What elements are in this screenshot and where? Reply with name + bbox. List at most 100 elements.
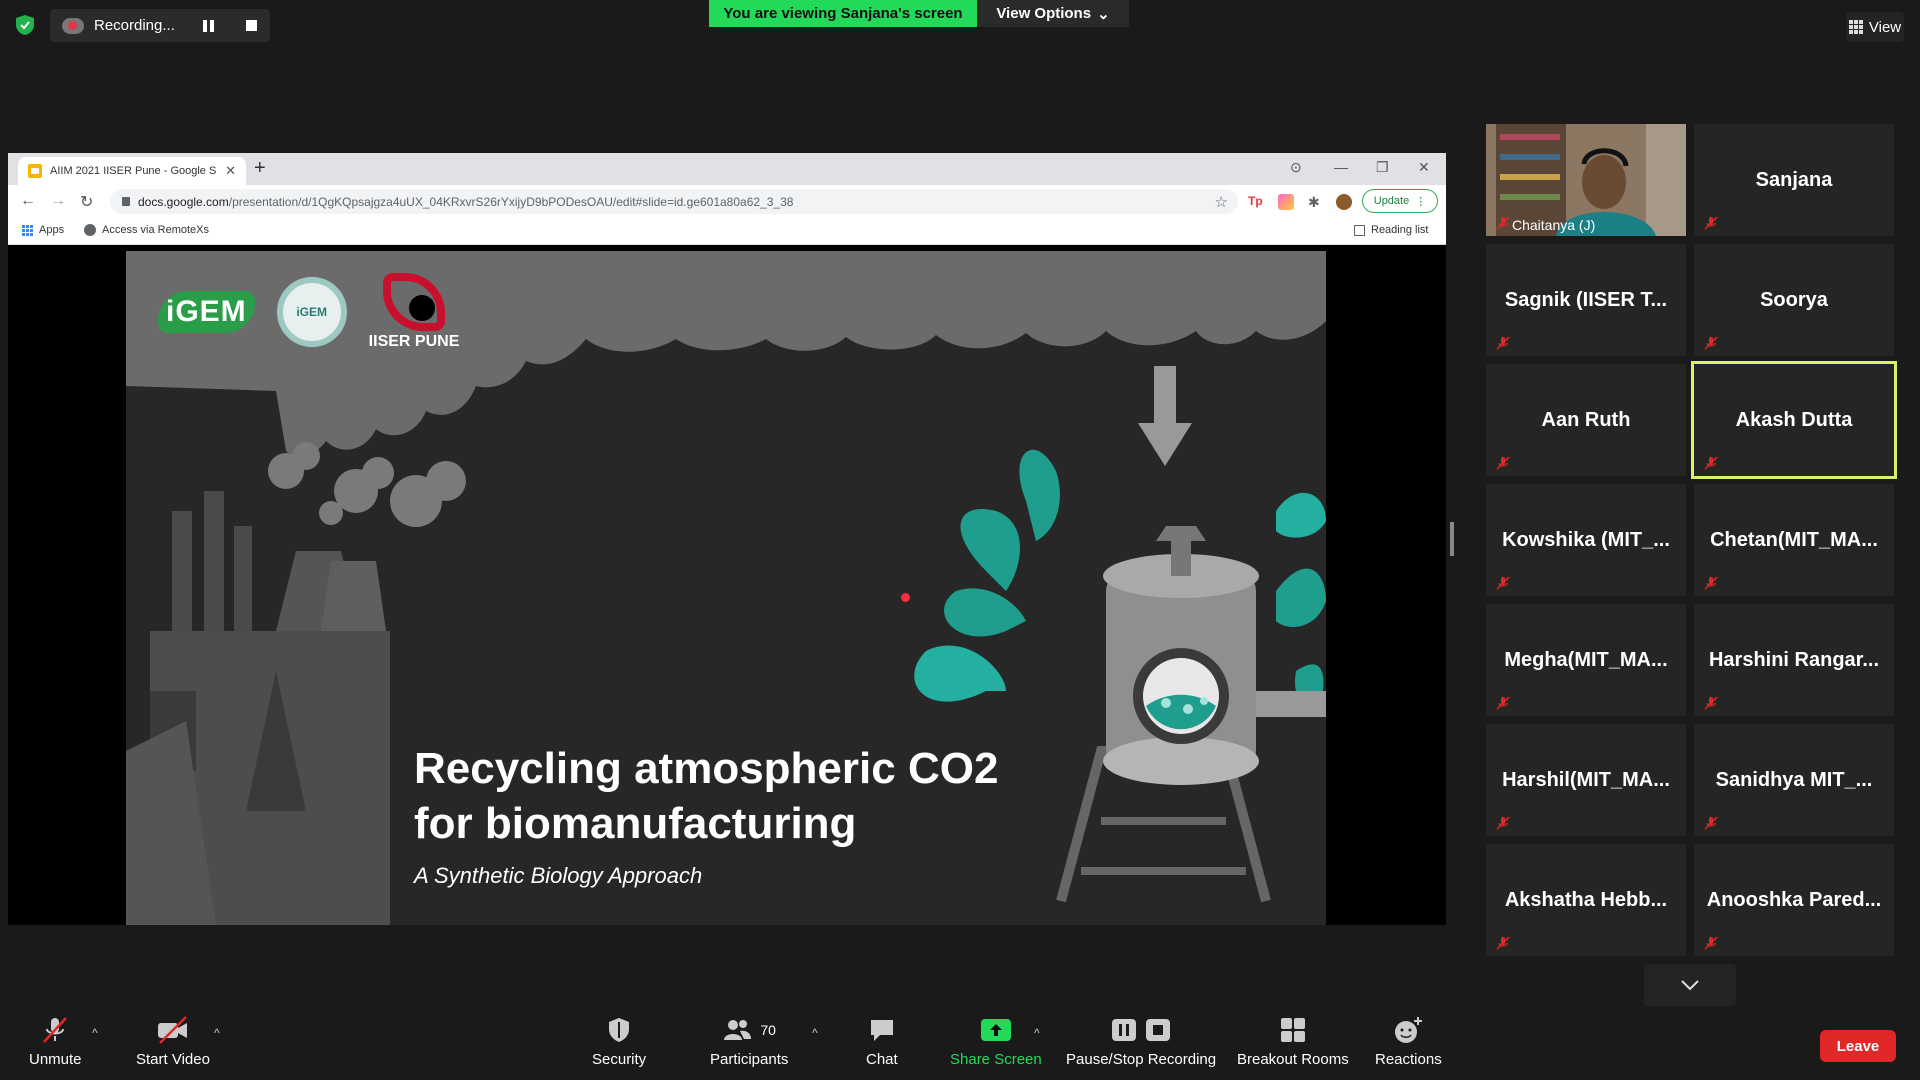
back-icon[interactable]: ← [20, 192, 36, 210]
participant-name: Aan Ruth [1541, 408, 1631, 431]
participant-tile[interactable]: Anooshka Pared... [1694, 844, 1894, 956]
muted-mic-icon [40, 1015, 70, 1045]
participants-options-caret-icon[interactable]: ^ [812, 1026, 818, 1040]
participants-label: Participants [710, 1051, 789, 1068]
muted-mic-icon [1704, 456, 1718, 470]
breakout-rooms-button[interactable]: Breakout Rooms [1237, 1015, 1349, 1068]
participant-tile[interactable]: Kowshika (MIT_... [1486, 484, 1686, 596]
bookmarks-bar: Apps Access via RemoteXs Reading list [8, 217, 1446, 245]
slide-title-line1: Recycling atmospheric CO2 [414, 744, 999, 793]
chat-button[interactable]: Chat [866, 1015, 898, 1068]
muted-mic-icon [1496, 936, 1510, 950]
participant-count: 70 [760, 1022, 776, 1038]
muted-mic-icon [1496, 576, 1510, 590]
reactions-button[interactable]: Reactions [1375, 1015, 1442, 1068]
recording-indicator: Recording... [50, 9, 270, 42]
view-layout-button[interactable]: View [1846, 12, 1904, 42]
update-label: Update [1373, 195, 1410, 207]
split-view-handle[interactable] [1450, 522, 1454, 556]
participant-tile[interactable]: Sanjana [1694, 124, 1894, 236]
restore-icon[interactable]: ❐ [1376, 159, 1389, 176]
start-video-button[interactable]: Start Video [136, 1015, 210, 1068]
stop-recording-icon[interactable] [245, 20, 257, 31]
participant-name: Akshatha Hebb... [1504, 888, 1668, 911]
minimize-icon[interactable]: — [1334, 159, 1348, 175]
participant-tile[interactable]: Chetan(MIT_MA... [1694, 484, 1894, 596]
reading-list[interactable]: Reading list [1354, 224, 1428, 236]
extension-w-icon[interactable] [1278, 194, 1294, 210]
grid-view-icon [1848, 20, 1863, 34]
unmute-button[interactable]: Unmute [29, 1015, 82, 1068]
view-options-label: View Options [996, 5, 1092, 22]
slide-title-line2: for biomanufacturing [414, 799, 857, 848]
bookmark-remotexs-label: Access via RemoteXs [102, 224, 209, 236]
reactions-smiley-icon [1393, 1015, 1423, 1045]
breakout-rooms-label: Breakout Rooms [1237, 1051, 1349, 1068]
forward-icon[interactable]: → [50, 192, 66, 210]
muted-mic-icon [1496, 816, 1510, 830]
reactions-label: Reactions [1375, 1051, 1442, 1068]
new-tab-icon[interactable]: + [254, 157, 266, 180]
browser-tab[interactable]: AIIM 2021 IISER Pune - Google S ✕ [18, 157, 246, 185]
igem-logo: iGEM [158, 291, 255, 333]
participant-name: Kowshika (MIT_... [1502, 528, 1670, 551]
close-tab-icon[interactable]: ✕ [225, 163, 236, 179]
participant-name: Megha(MIT_MA... [1504, 648, 1668, 671]
participant-name: Harshil(MIT_MA... [1502, 768, 1670, 791]
browser-tab-strip: AIIM 2021 IISER Pune - Google S ✕ + ⊙ — … [8, 153, 1446, 185]
chat-label: Chat [866, 1051, 898, 1068]
participant-tile[interactable]: Soorya [1694, 244, 1894, 356]
pause-icon [1112, 1019, 1137, 1041]
participant-tile[interactable]: Sagnik (IISER T... [1486, 244, 1686, 356]
bookmark-remotexs[interactable]: Access via RemoteXs [84, 224, 209, 236]
security-button[interactable]: Security [592, 1015, 646, 1068]
reload-icon[interactable]: ↻ [80, 192, 93, 212]
video-off-icon [156, 1015, 190, 1045]
participant-tile[interactable]: Akshatha Hebb... [1486, 844, 1686, 956]
iiser-pune-logo: IISER PUNE [369, 273, 459, 351]
participant-tile[interactable]: Harshil(MIT_MA... [1486, 724, 1686, 836]
participant-name: Sanjana [1755, 168, 1833, 191]
gallery-next-page-button[interactable] [1644, 964, 1736, 1006]
participant-tile[interactable]: Sanidhya MIT_... [1694, 724, 1894, 836]
participant-name: Anooshka Pared... [1706, 888, 1882, 911]
igem-seal-logo: iGEM [276, 277, 347, 347]
security-shield-icon[interactable] [14, 14, 36, 36]
profile-avatar[interactable] [1336, 194, 1352, 210]
address-bar[interactable]: docs.google.com/presentation/d/1QgKQpsaj… [110, 189, 1238, 214]
muted-mic-icon [1704, 216, 1718, 230]
profile-menu-icon[interactable]: ⊙ [1290, 159, 1302, 176]
bookmark-star-icon[interactable]: ☆ [1215, 193, 1228, 211]
share-options-caret-icon[interactable]: ^ [1034, 1026, 1040, 1040]
pause-stop-recording-button[interactable]: Pause/Stop Recording [1066, 1015, 1216, 1068]
url-host: docs.google.com [138, 194, 229, 209]
participant-tile[interactable]: Chaitanya (J) [1486, 124, 1686, 236]
close-window-icon[interactable]: ✕ [1418, 159, 1430, 176]
presentation-slide: iGEM iGEM IISER PUNE Recycling atmospher… [126, 251, 1326, 925]
recording-label: Recording... [94, 17, 175, 34]
video-options-caret-icon[interactable]: ^ [214, 1026, 220, 1040]
participants-button[interactable]: 70 Participants [710, 1015, 788, 1068]
share-screen-button[interactable]: Share Screen [950, 1015, 1042, 1068]
view-options-button[interactable]: View Options ⌄ [977, 0, 1129, 27]
participant-name: Akash Dutta [1735, 408, 1853, 431]
chevron-down-icon: ⌄ [1097, 5, 1110, 23]
pause-recording-icon[interactable] [202, 19, 214, 32]
view-label: View [1868, 18, 1902, 36]
extension-tp-icon[interactable]: Tp [1248, 194, 1264, 210]
update-button[interactable]: Update ⋮ [1362, 189, 1438, 213]
tab-title: AIIM 2021 IISER Pune - Google S [50, 165, 217, 177]
pause-stop-recording-label: Pause/Stop Recording [1066, 1051, 1217, 1068]
viewing-screen-banner: You are viewing Sanjana's screen [709, 0, 977, 27]
browser-toolbar: ← → ↻ docs.google.com/presentation/d/1Qg… [8, 185, 1446, 217]
shared-screen: AIIM 2021 IISER Pune - Google S ✕ + ⊙ — … [8, 153, 1446, 925]
audio-options-caret-icon[interactable]: ^ [92, 1026, 98, 1040]
slide-logos: iGEM iGEM IISER PUNE [158, 273, 459, 351]
bookmark-apps[interactable]: Apps [22, 224, 64, 236]
leave-button[interactable]: Leave [1820, 1030, 1896, 1062]
participant-tile[interactable]: Harshini Rangar... [1694, 604, 1894, 716]
participant-tile[interactable]: Megha(MIT_MA... [1486, 604, 1686, 716]
extensions-puzzle-icon[interactable]: ✱ [1308, 194, 1324, 210]
participant-tile[interactable]: Akash Dutta [1691, 361, 1897, 479]
participant-tile[interactable]: Aan Ruth [1486, 364, 1686, 476]
